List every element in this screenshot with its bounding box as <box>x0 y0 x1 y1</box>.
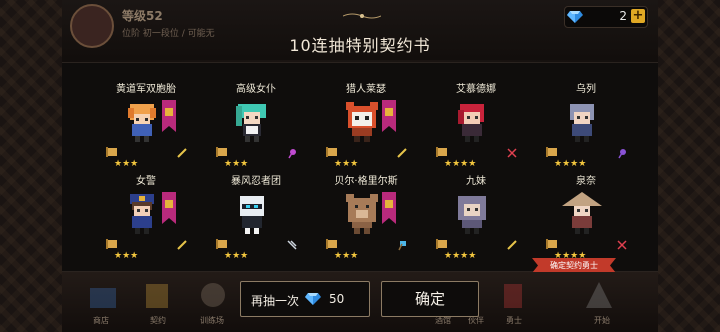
confirm-button[interactable]: 确定 <box>381 281 479 317</box>
scroll-icon <box>216 239 227 249</box>
banner-icon <box>382 192 396 224</box>
scroll-icon <box>546 147 557 157</box>
card-name: 九妹 <box>466 176 486 187</box>
draw-again-cost: 50 <box>329 292 345 306</box>
card-name: 女警 <box>136 176 156 187</box>
red-panda-sprite-icon <box>346 102 378 142</box>
crossed-blades-icon <box>507 148 517 158</box>
training-icon[interactable] <box>196 278 230 312</box>
sword-icon <box>177 148 187 158</box>
sword-icon <box>177 240 187 250</box>
hooded-sprite-icon <box>458 196 486 234</box>
card-name: 乌列 <box>576 84 596 95</box>
card-name: 暴风忍者团 <box>231 176 281 187</box>
red-hair-sprite-icon <box>458 104 484 142</box>
start-icon[interactable] <box>582 278 616 312</box>
card-1[interactable]: 黄道军双胞胎 ★★★ <box>96 78 196 178</box>
scroll-icon <box>436 147 447 157</box>
twins-sprite-icon <box>128 104 156 142</box>
title-ornament-icon <box>343 13 381 19</box>
gray-hair-sprite-icon <box>570 104 594 142</box>
nav-label-shop: 商店 <box>93 316 109 325</box>
scroll-icon <box>436 239 447 249</box>
star-rating: ★★★ <box>334 159 359 169</box>
maid-sprite-icon <box>236 104 266 142</box>
nav-label-hero: 勇士 <box>506 316 522 325</box>
star-rating: ★★★ <box>334 251 359 261</box>
sword-icon <box>397 148 407 158</box>
card-name: 猎人莱瑟 <box>346 84 386 95</box>
card-3[interactable]: 猎人莱瑟 ★★★ <box>316 78 416 178</box>
card-4[interactable]: 艾慕德娜 ★★★★ <box>426 78 526 178</box>
add-gems-button[interactable]: + <box>631 9 645 23</box>
axe-icon <box>398 241 406 251</box>
gem-counter: 2 + <box>564 6 648 28</box>
staff-icon <box>618 149 626 159</box>
shop-icon[interactable] <box>86 278 120 312</box>
card-10[interactable]: 泉奈 ★★★★ <box>536 170 636 270</box>
card-8[interactable]: 贝尔·格里尔斯 ★★★ <box>316 170 416 270</box>
hero-icon[interactable] <box>496 278 530 312</box>
gem-count: 2 <box>619 9 627 23</box>
star-rating: ★★★ <box>114 251 139 261</box>
sword-icon <box>507 240 517 250</box>
level-text: 等级52 <box>122 9 163 23</box>
star-rating: ★★★★ <box>444 159 477 169</box>
staff-icon <box>288 149 296 159</box>
star-rating: ★★★ <box>114 159 139 169</box>
police-sprite-icon <box>130 194 154 234</box>
scroll-icon <box>106 147 117 157</box>
contract-icon[interactable] <box>140 278 174 312</box>
star-rating: ★★★★ <box>444 251 477 261</box>
straw-hat-sprite-icon <box>562 192 602 234</box>
page-title: 10连抽特别契约书 <box>289 36 431 55</box>
confirmed-hero-badge: 确定契约勇士 <box>532 258 616 273</box>
card-5[interactable]: 乌列 ★★★★ <box>536 78 636 178</box>
gem-icon <box>305 293 321 305</box>
banner-icon <box>382 100 396 132</box>
nav-label-start: 开始 <box>594 316 610 325</box>
nav-label-training: 训练场 <box>200 316 224 325</box>
claw-icon <box>287 240 297 250</box>
scroll-icon <box>546 239 557 249</box>
gem-icon <box>567 11 583 23</box>
ninja-sprite-icon <box>240 196 264 234</box>
banner-icon <box>162 100 176 132</box>
card-9[interactable]: 九妹 ★★★★ <box>426 170 526 270</box>
card-name: 泉奈 <box>576 176 596 187</box>
banner-icon <box>162 192 176 224</box>
card-name: 黄道军双胞胎 <box>116 84 176 95</box>
star-rating: ★★★ <box>224 159 249 169</box>
nav-label-contract: 契约 <box>150 316 166 325</box>
draw-again-button[interactable]: 再抽一次 50 <box>240 281 370 317</box>
star-rating: ★★★ <box>224 251 249 261</box>
scroll-icon <box>326 147 337 157</box>
card-6[interactable]: 女警 ★★★ <box>96 170 196 270</box>
scroll-icon <box>106 239 117 249</box>
star-rating: ★★★★ <box>554 159 587 169</box>
card-7[interactable]: 暴风忍者团 ★★★ <box>206 170 306 270</box>
scroll-icon <box>326 239 337 249</box>
draw-again-label: 再抽一次 <box>251 294 300 308</box>
bear-sprite-icon <box>346 194 378 234</box>
crossed-blades-icon <box>617 240 627 250</box>
card-name: 贝尔·格里尔斯 <box>334 176 398 187</box>
card-name: 艾慕德娜 <box>456 84 496 95</box>
confirm-label: 确定 <box>414 290 445 308</box>
card-name: 高级女仆 <box>236 84 276 95</box>
badge-text: 确定契约勇士 <box>550 261 598 270</box>
scroll-icon <box>216 147 227 157</box>
card-2[interactable]: 高级女仆 ★★★ <box>206 78 306 178</box>
